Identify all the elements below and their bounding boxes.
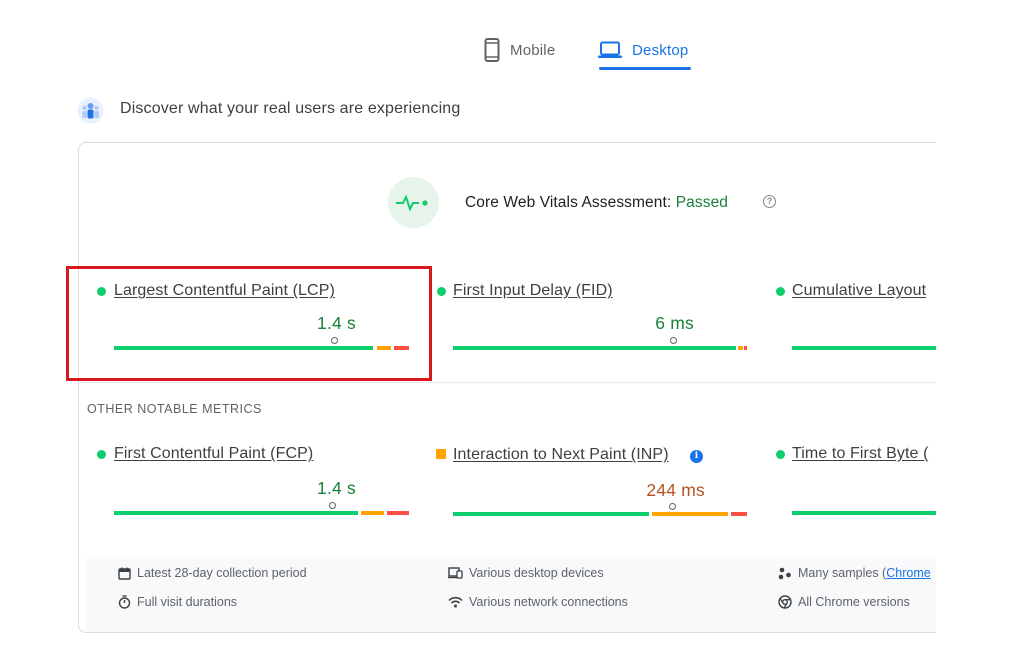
discover-heading: Discover what your real users are experi… bbox=[120, 100, 461, 117]
tab-desktop-label: Desktop bbox=[632, 41, 689, 59]
assessment-status: Passed bbox=[675, 194, 729, 211]
cls-distribution-bar bbox=[792, 346, 942, 350]
active-tab-indicator bbox=[599, 67, 691, 70]
mobile-phone-icon bbox=[484, 38, 500, 62]
ttfb-status-dot bbox=[776, 450, 785, 459]
vitals-pulse-icon bbox=[388, 177, 439, 228]
info-icon[interactable]: i bbox=[690, 450, 703, 463]
metric-fid-link[interactable]: First Input Delay (FID) bbox=[453, 282, 613, 300]
footer-collection-period: Latest 28-day collection period bbox=[118, 566, 307, 580]
metric-cls-link[interactable]: Cumulative Layout bbox=[792, 282, 926, 300]
fid-bar-good bbox=[453, 346, 736, 350]
lcp-highlight-box bbox=[66, 266, 432, 381]
calendar-icon bbox=[118, 567, 131, 580]
footer-connections: Various network connections bbox=[448, 595, 628, 609]
metric-inp-value: 244 ms bbox=[646, 480, 705, 500]
devices-icon bbox=[448, 567, 463, 579]
tab-mobile[interactable]: Mobile bbox=[484, 30, 555, 70]
inp-distribution-bar bbox=[453, 512, 747, 516]
fcp-p75-marker bbox=[329, 502, 336, 509]
versions-text: All Chrome versions bbox=[798, 595, 910, 609]
tab-desktop[interactable]: Desktop bbox=[598, 30, 688, 70]
section-divider bbox=[79, 382, 939, 383]
connections-text: Various network connections bbox=[469, 595, 628, 609]
fid-bar-average bbox=[738, 346, 743, 350]
durations-text: Full visit durations bbox=[137, 595, 238, 609]
devices-text: Various desktop devices bbox=[469, 566, 604, 580]
fcp-distribution-bar bbox=[114, 511, 409, 515]
fid-status-dot bbox=[437, 287, 446, 296]
samples-text: Many samples (Chrome bbox=[798, 566, 931, 580]
other-metrics-heading: OTHER NOTABLE METRICS bbox=[87, 402, 262, 416]
inp-p75-marker bbox=[669, 503, 676, 510]
fcp-bar-good bbox=[114, 511, 358, 515]
assessment-label: Core Web Vitals Assessment: bbox=[465, 194, 672, 211]
metric-fcp-value: 1.4 s bbox=[317, 478, 356, 498]
cls-status-dot bbox=[776, 287, 785, 296]
samples-dots-icon bbox=[778, 567, 792, 580]
metric-ttfb-link[interactable]: Time to First Byte ( bbox=[792, 445, 929, 463]
chrome-ux-report-link[interactable]: Chrome bbox=[886, 566, 930, 580]
footer-durations: Full visit durations bbox=[118, 595, 237, 609]
footer-devices: Various desktop devices bbox=[448, 566, 604, 580]
footer-samples: Many samples (Chrome bbox=[778, 566, 931, 580]
crop-mask bbox=[936, 130, 1024, 652]
fid-distribution-bar bbox=[453, 346, 747, 350]
metric-inp-link[interactable]: Interaction to Next Paint (INP) bbox=[453, 446, 669, 464]
ttfb-bar-good bbox=[792, 511, 942, 515]
inp-status-square bbox=[436, 449, 446, 459]
footer-versions: All Chrome versions bbox=[778, 595, 910, 609]
fid-p75-marker bbox=[670, 337, 677, 344]
samples-prefix: Many samples ( bbox=[798, 566, 887, 580]
fid-bar-poor bbox=[744, 346, 747, 350]
stopwatch-icon bbox=[118, 595, 131, 609]
fcp-bar-average bbox=[361, 511, 384, 515]
users-group-icon bbox=[77, 97, 104, 124]
ttfb-distribution-bar bbox=[792, 511, 942, 515]
fcp-bar-poor bbox=[387, 511, 409, 515]
fcp-status-dot bbox=[97, 450, 106, 459]
collection-period-text: Latest 28-day collection period bbox=[137, 566, 307, 580]
metric-fcp-link[interactable]: First Contentful Paint (FCP) bbox=[114, 445, 313, 463]
cls-bar-good bbox=[792, 346, 942, 350]
laptop-icon bbox=[598, 41, 622, 59]
inp-bar-good bbox=[453, 512, 649, 516]
inp-bar-poor bbox=[731, 512, 747, 516]
tab-mobile-label: Mobile bbox=[510, 41, 556, 59]
help-icon[interactable]: ? bbox=[763, 195, 776, 208]
metric-fid-value: 6 ms bbox=[655, 313, 694, 333]
chrome-icon bbox=[778, 595, 792, 609]
wifi-icon bbox=[448, 596, 463, 608]
assessment-heading: Core Web Vitals Assessment: Passed bbox=[465, 194, 728, 212]
inp-bar-average bbox=[652, 512, 728, 516]
